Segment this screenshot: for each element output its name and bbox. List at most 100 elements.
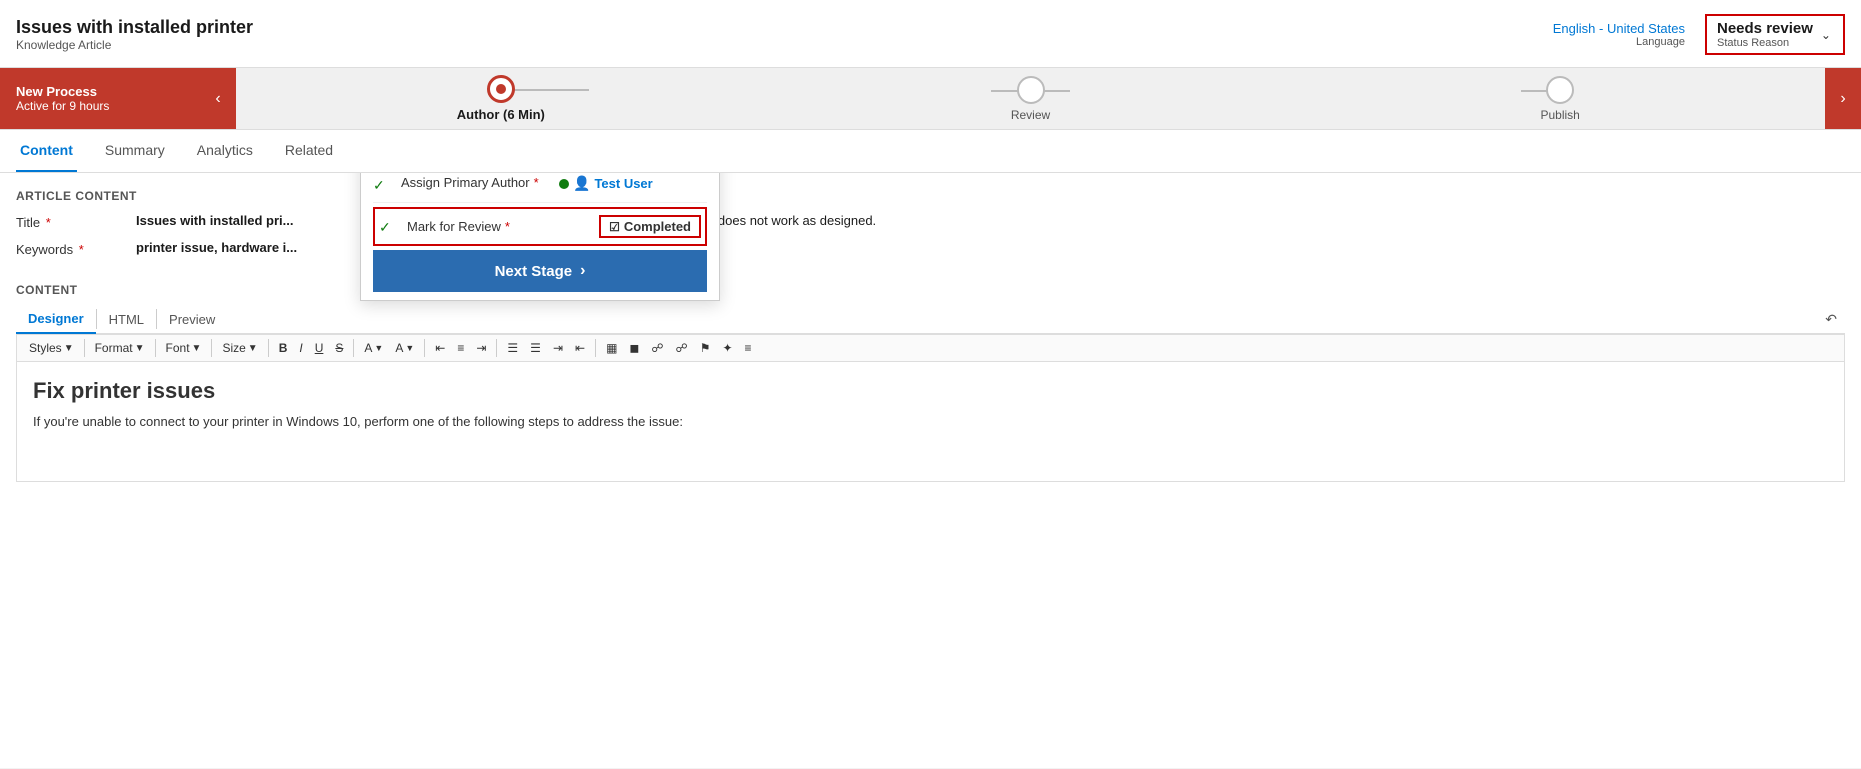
process-nav-right-button[interactable]: ›: [1825, 68, 1861, 129]
toolbar-sep5: [353, 339, 354, 357]
author-online-icon: [559, 179, 569, 189]
toolbar-sep6: [424, 339, 425, 357]
editor-tab-designer[interactable]: Designer: [16, 305, 96, 334]
mark-review-value-box: ☑ Completed: [599, 215, 701, 238]
image-button[interactable]: ◼: [625, 339, 643, 357]
author-user-icon: 👤: [573, 175, 590, 192]
extra-button[interactable]: ≡: [741, 339, 756, 357]
editor-body[interactable]: Fix printer issues If you're unable to c…: [16, 362, 1845, 482]
tab-summary[interactable]: Summary: [101, 130, 169, 172]
description-row: Description Printer does not work as des…: [556, 213, 1845, 230]
content-editor-section: CONTENT Designer HTML Preview ↶ Styles ▼…: [16, 283, 1845, 482]
font-color-button[interactable]: A▼: [360, 339, 387, 357]
format-dropdown[interactable]: Format ▼: [91, 339, 149, 357]
ordered-list-button[interactable]: ☰: [503, 339, 522, 357]
table-button[interactable]: ▦: [602, 339, 621, 357]
status-value: Needs review: [1717, 20, 1813, 37]
language-section: English - United States Language: [1553, 21, 1685, 48]
editor-tabs-bar: Designer HTML Preview ↶: [16, 305, 1845, 334]
process-stage-name: New Process: [16, 84, 188, 99]
title-required: *: [46, 215, 51, 230]
process-nav-left-button[interactable]: ‹: [200, 68, 236, 129]
title-label: Title *: [16, 213, 136, 230]
popup-author-value: 👤 Test User: [559, 175, 707, 192]
author-check-icon: ✓: [373, 177, 393, 194]
strikethrough-button[interactable]: S: [331, 339, 347, 357]
size-dropdown[interactable]: Size ▼: [218, 339, 261, 357]
editor-body-text: If you're unable to connect to your prin…: [33, 414, 1828, 429]
popup-mark-review-label: Mark for Review*: [407, 219, 591, 234]
keywords-label: Keywords *: [16, 240, 136, 257]
stage-author: Author (6 Min): [236, 75, 766, 122]
article-right-fields: Description Printer does not work as des…: [556, 213, 1845, 267]
toolbar-sep1: [84, 339, 85, 357]
content-section-header: CONTENT: [16, 283, 1845, 297]
stage-publish: Publish: [1295, 76, 1825, 122]
next-stage-arrow-icon: ›: [580, 262, 585, 280]
status-section[interactable]: Needs review Status Reason ⌄: [1705, 14, 1845, 55]
unlink-button[interactable]: ☍: [672, 339, 692, 357]
outdent-button[interactable]: ⇤: [571, 339, 589, 357]
toolbar-sep4: [268, 339, 269, 357]
align-right-button[interactable]: ⇥: [472, 339, 490, 357]
status-label: Status Reason: [1717, 37, 1813, 49]
styles-dropdown[interactable]: Styles ▼: [25, 339, 78, 357]
tabs-bar: Content Summary Analytics Related: [0, 130, 1861, 173]
toolbar-sep7: [496, 339, 497, 357]
article-content-header: ARTICLE CONTENT: [16, 189, 1845, 203]
mark-review-value: Completed: [624, 219, 691, 234]
highlight-color-button[interactable]: A▼: [391, 339, 418, 357]
indent-button[interactable]: ⇥: [549, 339, 567, 357]
underline-button[interactable]: U: [311, 339, 328, 357]
status-chevron-icon: ⌄: [1821, 28, 1831, 42]
unordered-list-button[interactable]: ☰: [526, 339, 545, 357]
language-label: Language: [1553, 36, 1685, 48]
header-right: English - United States Language Needs r…: [1553, 14, 1845, 55]
undo-button[interactable]: ↶: [1817, 307, 1845, 332]
process-bar: New Process Active for 9 hours ‹ Author …: [0, 68, 1861, 130]
article-content-section: ARTICLE CONTENT Title * Issues with inst…: [16, 189, 1845, 267]
next-stage-button[interactable]: Next Stage ›: [373, 250, 707, 292]
flag-button[interactable]: ⚑: [696, 339, 715, 357]
keywords-required: *: [79, 242, 84, 257]
tab-analytics[interactable]: Analytics: [193, 130, 257, 172]
align-center-button[interactable]: ≡: [453, 339, 468, 357]
stage-author-circle[interactable]: [487, 75, 515, 103]
stage-review-label: Review: [1011, 108, 1050, 122]
next-stage-label: Next Stage: [495, 263, 573, 280]
stage-author-label: Author (6 Min): [457, 107, 545, 122]
bold-button[interactable]: B: [275, 339, 292, 357]
popup-author-row: ✓ Assign Primary Author* 👤 Test User: [373, 173, 707, 203]
stage-publish-label: Publish: [1541, 108, 1580, 122]
toolbar-sep8: [595, 339, 596, 357]
stage-popup: Active for 6 minutes □ ✕ ✓ Set Keywords*…: [360, 173, 720, 301]
editor-tab-preview[interactable]: Preview: [157, 306, 227, 333]
popup-body: ✓ Set Keywords* printer issue,hardware i…: [361, 173, 719, 300]
popup-mark-review-row: ✓ Mark for Review* ☑ Completed: [373, 207, 707, 246]
language-value: English - United States: [1553, 21, 1685, 36]
editor-heading: Fix printer issues: [33, 378, 1828, 404]
header-left: Issues with installed printer Knowledge …: [16, 17, 253, 52]
editor-tab-html[interactable]: HTML: [97, 306, 156, 333]
editor-toolbar: Styles ▼ Format ▼ Font ▼ Size ▼ B I U S …: [16, 334, 1845, 362]
stage-review-circle[interactable]: [1017, 76, 1045, 104]
sparkle-button[interactable]: ✦: [718, 339, 736, 357]
toolbar-sep3: [211, 339, 212, 357]
process-stage-time: Active for 9 hours: [16, 99, 188, 113]
popup-author-label: Assign Primary Author*: [401, 175, 551, 190]
align-left-button[interactable]: ⇤: [431, 339, 449, 357]
author-name[interactable]: Test User: [594, 176, 652, 191]
stage-publish-circle[interactable]: [1546, 76, 1574, 104]
article-fields: Title * Issues with installed pri... Key…: [16, 213, 1845, 267]
article-title: Issues with installed printer: [16, 17, 253, 38]
link-button[interactable]: ☍: [647, 339, 667, 357]
tab-related[interactable]: Related: [281, 130, 337, 172]
process-stages: Author (6 Min) Review Publish: [236, 68, 1825, 129]
italic-button[interactable]: I: [295, 339, 306, 357]
font-dropdown[interactable]: Font ▼: [162, 339, 206, 357]
mark-review-check-icon: ✓: [379, 219, 399, 236]
process-stage-label: New Process Active for 9 hours: [0, 68, 200, 129]
toolbar-sep2: [155, 339, 156, 357]
tab-content[interactable]: Content: [16, 130, 77, 172]
header: Issues with installed printer Knowledge …: [0, 0, 1861, 68]
